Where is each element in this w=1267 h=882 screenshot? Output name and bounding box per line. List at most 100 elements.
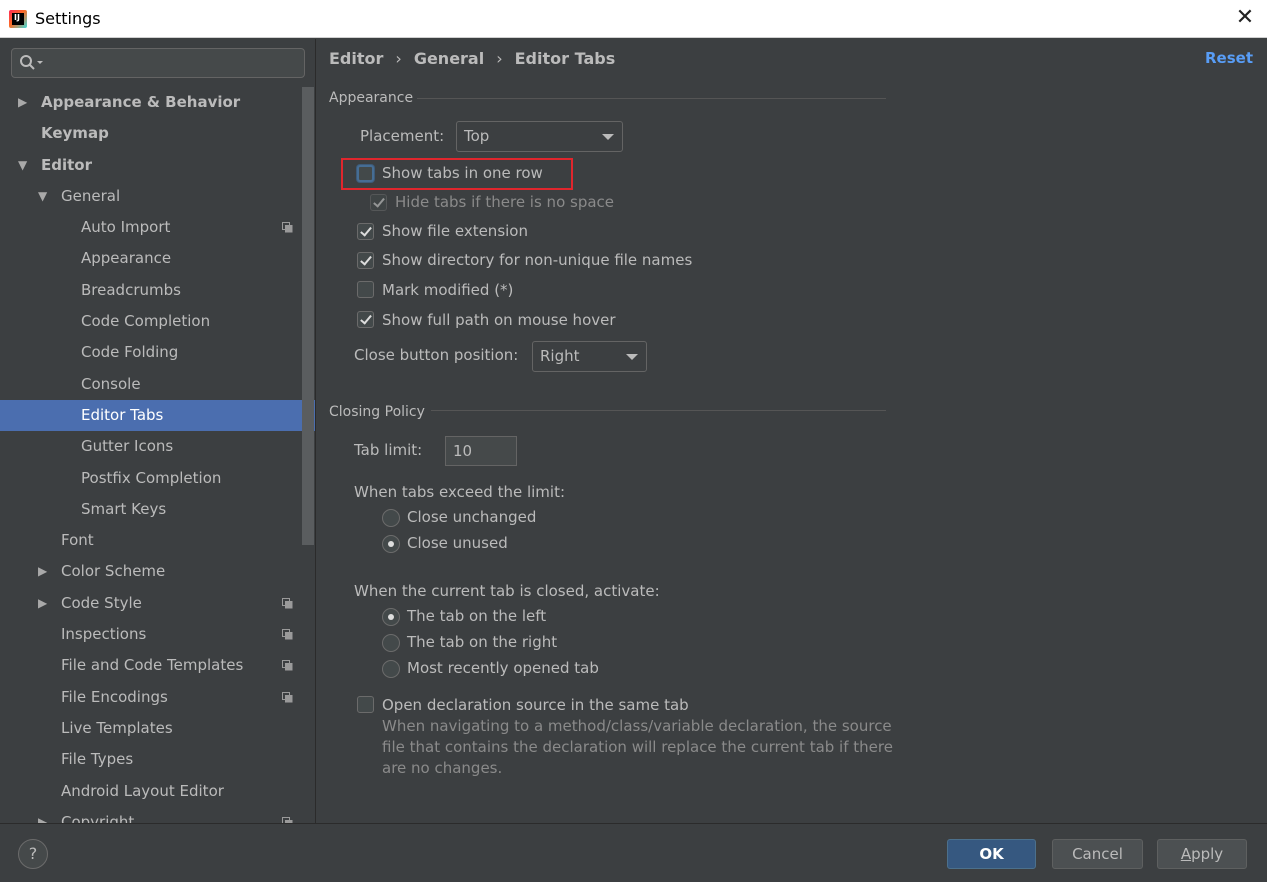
- expand-arrow-icon[interactable]: ▶: [38, 807, 47, 823]
- close-unused-label: Close unused: [407, 534, 508, 552]
- project-settings-icon: [282, 660, 293, 671]
- project-settings-icon: [282, 629, 293, 640]
- tab-limit-input[interactable]: 10: [445, 436, 517, 466]
- project-settings-icon: [282, 597, 293, 609]
- close-unchanged-label: Close unchanged: [407, 508, 537, 526]
- close-unused-radio[interactable]: [382, 535, 400, 553]
- exceed-limit-label: When tabs exceed the limit:: [354, 483, 566, 501]
- sidebar-item-label: Inspections: [61, 625, 147, 644]
- activate-label: When the current tab is closed, activate…: [354, 582, 660, 600]
- hide-tabs-no-space-checkbox[interactable]: [370, 194, 387, 211]
- intellij-app-icon: IJ: [9, 10, 27, 28]
- sidebar-item-breadcrumbs[interactable]: Breadcrumbs: [0, 275, 300, 306]
- sidebar-item-appearance[interactable]: Appearance: [0, 243, 300, 274]
- close-unchanged-radio[interactable]: [382, 509, 400, 527]
- sidebar-item-font[interactable]: Font: [0, 525, 300, 556]
- sidebar-item-live-templates[interactable]: Live Templates: [0, 713, 300, 744]
- apply-mnemonic: A: [1180, 845, 1192, 863]
- title-bar: IJ Settings ✕: [0, 0, 1267, 38]
- sidebar-item-label: Font: [61, 531, 94, 550]
- sidebar-item-code-folding[interactable]: Code Folding: [0, 337, 300, 368]
- window-title: Settings: [35, 9, 101, 28]
- expand-arrow-icon[interactable]: ▶: [38, 556, 47, 587]
- open-declaration-description: are no changes.: [382, 759, 503, 777]
- expand-arrow-icon[interactable]: ▶: [38, 588, 47, 619]
- sidebar-item-auto-import[interactable]: Auto Import: [0, 212, 300, 243]
- breadcrumb-editor: Editor: [329, 49, 384, 68]
- help-button[interactable]: ?: [18, 839, 48, 869]
- chevron-down-icon: [602, 134, 614, 140]
- show-tabs-one-row-label: Show tabs in one row: [382, 164, 543, 182]
- dialog-footer: ? OK Cancel Apply: [0, 823, 1267, 882]
- closing-policy-section-title: Closing Policy: [329, 404, 425, 420]
- sidebar-scrollbar[interactable]: [302, 87, 314, 545]
- show-full-path-checkbox[interactable]: [357, 311, 374, 328]
- most-recent-radio[interactable]: [382, 660, 400, 678]
- show-directory-checkbox[interactable]: [357, 252, 374, 269]
- sidebar-item-keymap[interactable]: Keymap: [0, 118, 300, 149]
- show-directory-label: Show directory for non-unique file names: [382, 251, 693, 269]
- sidebar-item-color-scheme[interactable]: ▶ Color Scheme: [0, 556, 300, 587]
- reset-link[interactable]: Reset: [1205, 49, 1253, 67]
- close-button-position-dropdown[interactable]: Right: [532, 341, 647, 372]
- sidebar-item-label: Editor Tabs: [81, 405, 164, 424]
- search-input[interactable]: [11, 48, 305, 78]
- close-button-position-label: Close button position:: [354, 346, 519, 364]
- sidebar-item-editor[interactable]: ▼ Editor: [0, 150, 300, 181]
- sidebar-item-general[interactable]: ▼ General: [0, 181, 300, 212]
- settings-sidebar: ▶ Appearance & Behavior Keymap ▼ Editor …: [0, 39, 316, 823]
- breadcrumb-general: General: [413, 49, 485, 68]
- sidebar-item-gutter-icons[interactable]: Gutter Icons: [0, 431, 300, 462]
- show-full-path-label: Show full path on mouse hover: [382, 311, 616, 329]
- sidebar-item-inspections[interactable]: Inspections: [0, 619, 300, 650]
- sidebar-item-copyright[interactable]: ▶ Copyright: [0, 807, 300, 823]
- sidebar-item-label: Appearance: [81, 249, 172, 268]
- sidebar-item-label: Postfix Completion: [81, 468, 222, 487]
- sidebar-item-code-style[interactable]: ▶ Code Style: [0, 588, 300, 619]
- sidebar-item-label: Breadcrumbs: [81, 280, 181, 299]
- search-icon: [20, 55, 43, 70]
- close-icon[interactable]: ✕: [1233, 6, 1257, 30]
- sidebar-item-editor-tabs[interactable]: Editor Tabs: [0, 399, 315, 432]
- sidebar-item-label: Console: [81, 374, 141, 393]
- expand-arrow-icon[interactable]: ▶: [18, 87, 27, 118]
- show-tabs-one-row-checkbox[interactable]: [357, 165, 374, 182]
- sidebar-item-label: Color Scheme: [61, 562, 166, 581]
- sidebar-item-label: Android Layout Editor: [61, 781, 224, 800]
- hide-tabs-no-space-label: Hide tabs if there is no space: [395, 193, 615, 211]
- tab-on-right-label: The tab on the right: [407, 633, 558, 651]
- mark-modified-checkbox[interactable]: [357, 281, 374, 298]
- mark-modified-label: Mark modified (*): [382, 281, 514, 299]
- ok-button[interactable]: OK: [947, 839, 1036, 869]
- sidebar-item-android-layout-editor[interactable]: Android Layout Editor: [0, 776, 300, 807]
- show-file-extension-label: Show file extension: [382, 222, 528, 240]
- show-file-extension-checkbox[interactable]: [357, 223, 374, 240]
- open-declaration-checkbox[interactable]: [357, 696, 374, 713]
- tab-on-left-radio[interactable]: [382, 608, 400, 626]
- sidebar-item-label: File and Code Templates: [61, 656, 244, 675]
- sidebar-item-file-encodings[interactable]: File Encodings: [0, 682, 300, 713]
- placement-dropdown[interactable]: Top: [456, 121, 623, 152]
- collapse-arrow-icon[interactable]: ▼: [38, 181, 47, 212]
- sidebar-item-smart-keys[interactable]: Smart Keys: [0, 494, 300, 525]
- sidebar-item-file-code-templates[interactable]: File and Code Templates: [0, 650, 300, 681]
- sidebar-item-postfix-completion[interactable]: Postfix Completion: [0, 463, 300, 494]
- collapse-arrow-icon[interactable]: ▼: [18, 150, 27, 181]
- sidebar-item-label: Smart Keys: [81, 499, 167, 518]
- sidebar-item-label: Gutter Icons: [81, 437, 174, 456]
- apply-button[interactable]: Apply: [1157, 839, 1247, 869]
- sidebar-item-label: Code Folding: [81, 343, 179, 362]
- sidebar-item-appearance-behavior[interactable]: ▶ Appearance & Behavior: [0, 87, 300, 118]
- settings-content: Editor › General › Editor Tabs Reset Appeara…: [317, 39, 1267, 823]
- cancel-button[interactable]: Cancel: [1052, 839, 1143, 869]
- sidebar-item-code-completion[interactable]: Code Completion: [0, 306, 300, 337]
- most-recent-label: Most recently opened tab: [407, 659, 599, 677]
- open-declaration-description: file that contains the declaration will …: [382, 738, 893, 756]
- tab-on-right-radio[interactable]: [382, 634, 400, 652]
- close-button-position-value: Right: [540, 347, 580, 365]
- sidebar-item-label: Auto Import: [81, 218, 171, 237]
- sidebar-item-console[interactable]: Console: [0, 369, 300, 400]
- sidebar-item-label: Editor: [41, 155, 92, 174]
- sidebar-item-file-types[interactable]: File Types: [0, 744, 300, 775]
- breadcrumb: Editor › General › Editor Tabs: [329, 49, 623, 68]
